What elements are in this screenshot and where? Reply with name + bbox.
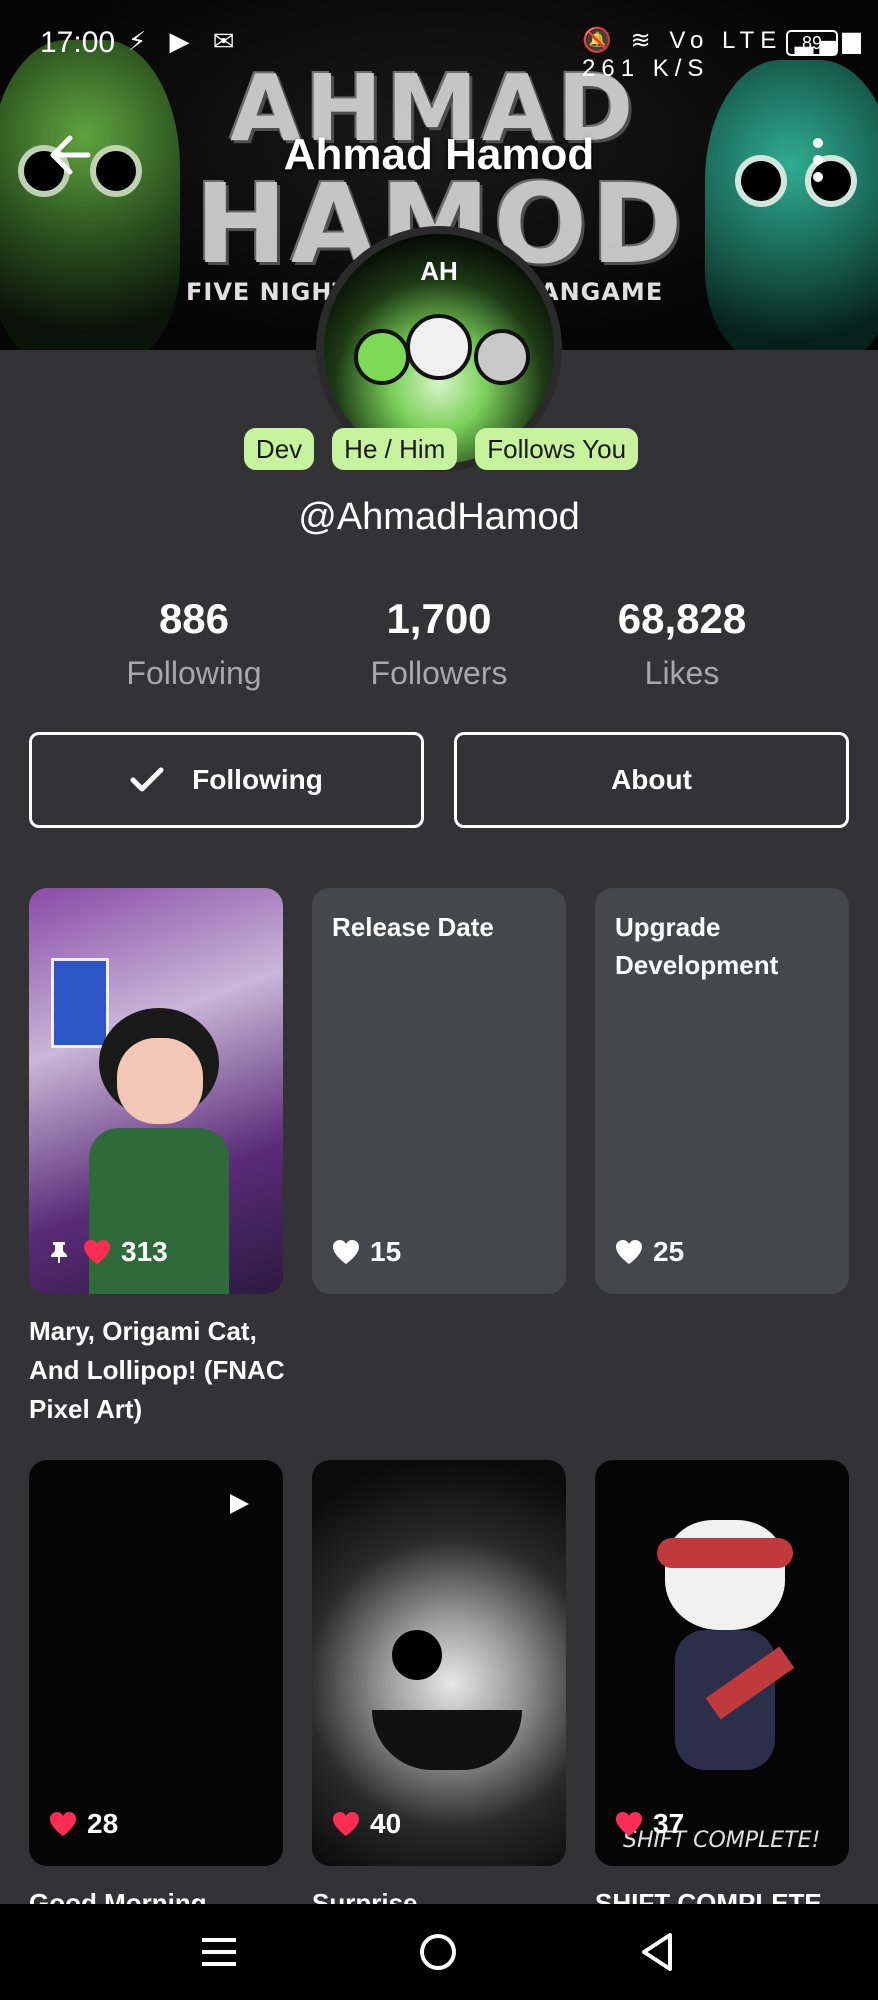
pin-icon xyxy=(51,1242,67,1263)
stat-following-value: 886 xyxy=(158,595,230,642)
post-caption[interactable]: Surprise xyxy=(312,1884,572,1904)
stat-followers-label: Followers xyxy=(370,655,508,691)
post-likes: 40 xyxy=(332,1808,401,1840)
play-icon xyxy=(230,1494,249,1514)
heart-icon xyxy=(50,1812,76,1836)
post-caption[interactable]: Good Morning xyxy=(29,1884,289,1904)
stat-following[interactable]: 886 Following xyxy=(74,595,314,692)
post-likes: 37 xyxy=(615,1808,684,1840)
heart-icon xyxy=(616,1240,642,1264)
tag-follows-you: Follows You xyxy=(475,428,639,470)
about-button-label: About xyxy=(611,764,692,795)
post-card[interactable]: 40 xyxy=(312,1460,566,1866)
stat-likes[interactable]: 68,828 Likes xyxy=(562,595,802,692)
recent-apps-icon[interactable] xyxy=(202,1934,236,1970)
profile-handle: @AhmadHamod xyxy=(298,496,580,538)
banner-subtitle-right: ANGAME xyxy=(540,278,664,306)
post-likes-count: 15 xyxy=(370,1236,402,1267)
post-caption[interactable]: SHIFT COMPLETE xyxy=(595,1884,855,1904)
following-button-label: Following xyxy=(192,764,323,795)
heart-icon xyxy=(616,1812,642,1836)
banner-character-right xyxy=(705,60,878,350)
nav-back-icon[interactable] xyxy=(640,1932,674,1972)
more-vertical-icon[interactable] xyxy=(808,135,828,185)
post-card[interactable]: Release Date 15 xyxy=(312,888,566,1294)
battery-icon: 89 xyxy=(786,30,838,56)
tag-pronouns: He / Him xyxy=(332,428,458,470)
system-navigation-bar xyxy=(0,1904,878,2000)
heart-icon xyxy=(84,1240,110,1264)
post-likes-count: 25 xyxy=(653,1236,685,1267)
home-icon[interactable] xyxy=(420,1934,456,1970)
post-title: Upgrade Development xyxy=(615,912,779,980)
check-icon xyxy=(130,767,164,792)
tag-role: Dev xyxy=(243,428,315,470)
stat-followers-value: 1,700 xyxy=(386,595,492,642)
post-likes: 28 xyxy=(49,1808,118,1840)
status-time: 17:00 xyxy=(40,26,116,59)
post-likes: 15 xyxy=(332,1236,401,1268)
heart-icon xyxy=(333,1812,359,1836)
post-caption[interactable]: Mary, Origami Cat, And Lollipop! (FNAC P… xyxy=(29,1312,289,1429)
status-notification-icons: ⚡ ▶ ✉ xyxy=(128,26,243,56)
stat-following-label: Following xyxy=(126,655,262,691)
profile-tags: Dev He / Him Follows You xyxy=(0,428,878,470)
post-card[interactable]: 28 xyxy=(29,1460,283,1866)
profile-title: Ahmad Hamod xyxy=(283,130,595,179)
status-bar: 17:00 ⚡ ▶ ✉ 🔕 ≋ Vo LTE ▂▄▆ 261 K/S 89 xyxy=(0,0,878,90)
post-likes-count: 28 xyxy=(87,1808,119,1839)
stat-followers[interactable]: 1,700 Followers xyxy=(319,595,559,692)
heart-icon xyxy=(333,1240,359,1264)
post-card[interactable]: Upgrade Development 25 xyxy=(595,888,849,1294)
post-likes-count: 40 xyxy=(370,1808,402,1839)
post-likes: 313 xyxy=(49,1236,168,1268)
stat-likes-label: Likes xyxy=(644,655,720,691)
about-button[interactable]: About xyxy=(454,732,849,828)
post-card[interactable]: SHIFT COMPLETE! 37 xyxy=(595,1460,849,1866)
post-likes-count: 37 xyxy=(653,1808,685,1839)
post-likes: 25 xyxy=(615,1236,684,1268)
post-card[interactable]: 313 xyxy=(29,888,283,1294)
post-title: Release Date xyxy=(332,912,494,942)
following-button[interactable]: Following xyxy=(29,732,424,828)
stat-likes-value: 68,828 xyxy=(617,595,747,642)
avatar-tag: AH xyxy=(420,256,458,286)
post-likes-count: 313 xyxy=(121,1236,168,1267)
